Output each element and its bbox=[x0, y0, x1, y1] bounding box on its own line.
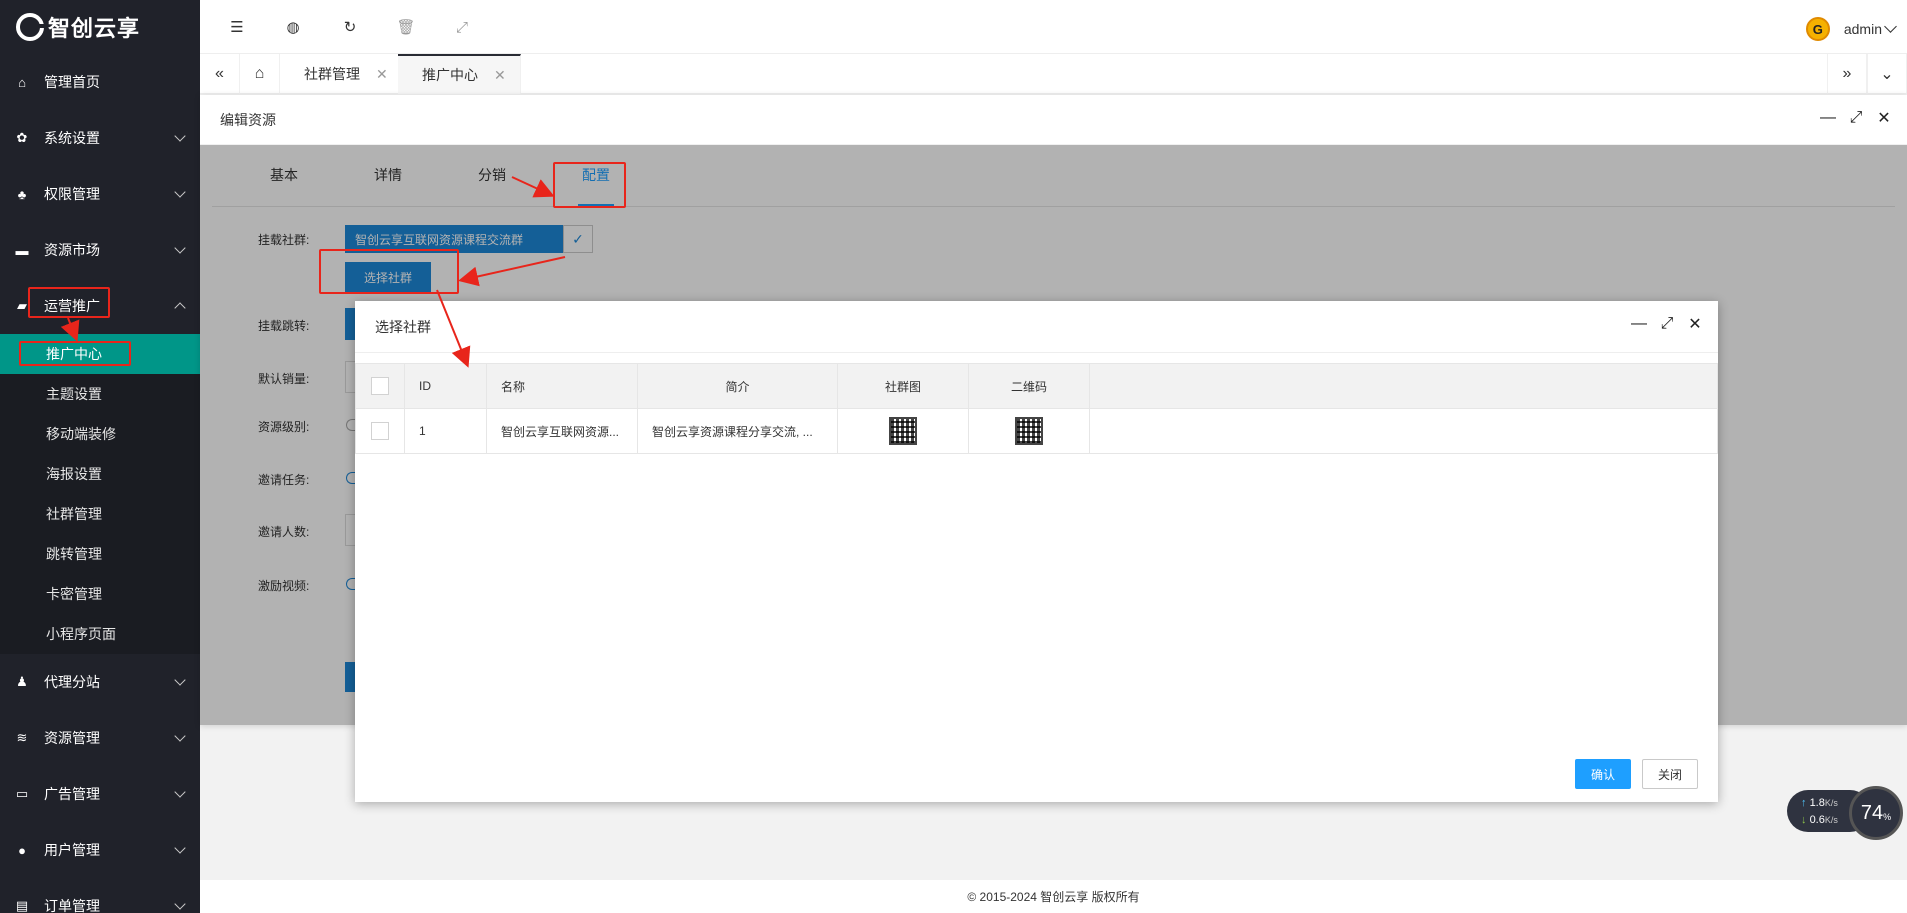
sidebar-subitem-theme[interactable]: 主题设置 bbox=[0, 374, 200, 414]
tabs-dropdown-icon[interactable]: ⌄ bbox=[1867, 54, 1907, 94]
column-header-intro[interactable]: 简介 bbox=[637, 363, 838, 409]
sidebar-subitem-card[interactable]: 卡密管理 bbox=[0, 574, 200, 614]
sidebar-subitem-mobile[interactable]: 移动端装修 bbox=[0, 414, 200, 454]
sidebar-item-system[interactable]: ✿ 系统设置 bbox=[0, 110, 200, 166]
menu-toggle-icon[interactable]: ☰ bbox=[228, 18, 246, 36]
globe-icon[interactable]: ◍ bbox=[284, 18, 302, 36]
order-icon: ▤ bbox=[15, 898, 29, 913]
close-icon[interactable]: ✕ bbox=[494, 67, 506, 84]
column-header-id[interactable]: ID bbox=[404, 363, 487, 409]
minimize-icon[interactable]: — bbox=[1630, 315, 1648, 333]
download-arrow-icon: ↓ bbox=[1801, 814, 1807, 826]
qrcode-image bbox=[889, 417, 917, 445]
chevron-down-icon bbox=[174, 786, 186, 798]
page-tabs-bar: « ⌂ 社群管理 ✕ 推广中心 ✕ » ⌄ bbox=[200, 54, 1907, 94]
chevron-up-icon bbox=[174, 302, 186, 314]
annotation-box bbox=[319, 249, 459, 294]
minimize-icon[interactable]: — bbox=[1819, 109, 1837, 127]
sidebar-item-market[interactable]: ▬ 资源市场 bbox=[0, 222, 200, 278]
community-image[interactable] bbox=[837, 408, 969, 454]
qrcode-image bbox=[1015, 417, 1043, 445]
chevron-down-icon bbox=[174, 730, 186, 742]
qrcode[interactable] bbox=[968, 408, 1090, 454]
store-icon: ▬ bbox=[15, 242, 29, 258]
user-menu[interactable]: G admin bbox=[1805, 17, 1897, 41]
close-button[interactable]: 关闭 bbox=[1642, 759, 1698, 789]
select-community-dialog: 选择社群 — ⤢ ✕ ID 名称 简介 社群图 二维码 1 智创云享互联网资源.… bbox=[355, 301, 1718, 802]
table-row[interactable]: 1 智创云享互联网资源... 智创云享资源课程分享交流, ... bbox=[355, 408, 1718, 454]
trash-icon[interactable]: 🗑 bbox=[396, 18, 415, 36]
agent-icon: ♟ bbox=[16, 674, 28, 689]
close-icon[interactable]: ✕ bbox=[376, 66, 388, 83]
avatar: G bbox=[1805, 17, 1830, 41]
sidebar-subitem-miniapp[interactable]: 小程序页面 bbox=[0, 614, 200, 654]
ad-icon: ▭ bbox=[15, 786, 29, 801]
sidebar-subitem-community[interactable]: 社群管理 bbox=[0, 494, 200, 534]
sidebar-item-resources[interactable]: ≋ 资源管理 bbox=[0, 710, 200, 766]
chevron-down-icon bbox=[174, 186, 186, 198]
confirm-button[interactable]: 确认 bbox=[1575, 759, 1631, 789]
column-header-name[interactable]: 名称 bbox=[486, 363, 638, 409]
sidebar-item-orders[interactable]: ▤ 订单管理 bbox=[0, 878, 200, 913]
sidebar-subitem-redirect[interactable]: 跳转管理 bbox=[0, 534, 200, 574]
upload-arrow-icon: ↑ bbox=[1801, 797, 1807, 809]
sidebar-subitem-poster[interactable]: 海报设置 bbox=[0, 454, 200, 494]
chevron-down-icon bbox=[174, 898, 186, 910]
community-table: ID 名称 简介 社群图 二维码 1 智创云享互联网资源... 智创云享资源课程… bbox=[355, 363, 1718, 454]
dialog-title: 选择社群 bbox=[355, 301, 1718, 353]
sidebar-item-home[interactable]: ⌂ 管理首页 bbox=[0, 54, 200, 110]
top-bar: ☰ ◍ ↻ 🗑 ⤢ G admin bbox=[200, 0, 1907, 54]
usage-gauge: 74% bbox=[1849, 786, 1903, 840]
logo-icon bbox=[16, 13, 44, 41]
home-tab-icon[interactable]: ⌂ bbox=[240, 54, 280, 94]
tab-promotion[interactable]: 推广中心 ✕ bbox=[398, 54, 521, 94]
sidebar-item-ads[interactable]: ▭ 广告管理 bbox=[0, 766, 200, 822]
chevron-down-icon bbox=[174, 842, 186, 854]
chevron-down-icon bbox=[1884, 20, 1897, 33]
row-name: 智创云享互联网资源... bbox=[486, 408, 638, 454]
dialog-title: 编辑资源 bbox=[200, 95, 1907, 145]
chevron-down-icon bbox=[174, 674, 186, 686]
row-id: 1 bbox=[404, 408, 487, 454]
maximize-icon[interactable]: ⤢ bbox=[1847, 109, 1865, 127]
annotation-box bbox=[28, 287, 110, 318]
annotation-box bbox=[19, 341, 131, 366]
dialog-window-controls: — ⤢ ✕ bbox=[1630, 315, 1704, 333]
sidebar: 智创云享 ⌂ 管理首页 ✿ 系统设置 ♣ 权限管理 ▬ 资源市场 ▰ 运营推广 推广中心 … bbox=[0, 0, 200, 913]
sidebar-item-agent[interactable]: ♟ 代理分站 bbox=[0, 654, 200, 710]
chevron-down-icon bbox=[174, 242, 186, 254]
logo-text: 智创云享 bbox=[48, 16, 141, 41]
gear-icon: ✿ bbox=[16, 130, 28, 145]
sidebar-submenu: 推广中心 主题设置 移动端装修 海报设置 社群管理 跳转管理 卡密管理 小程序页… bbox=[0, 334, 200, 654]
table-header: ID 名称 简介 社群图 二维码 bbox=[355, 363, 1718, 409]
sidebar-item-users[interactable]: ● 用户管理 bbox=[0, 822, 200, 878]
close-icon[interactable]: ✕ bbox=[1875, 109, 1893, 127]
select-all-checkbox[interactable] bbox=[355, 363, 405, 409]
layers-icon: ≋ bbox=[16, 730, 28, 745]
users-icon: ♣ bbox=[17, 186, 27, 202]
tabs-scroll-right-icon[interactable]: » bbox=[1827, 54, 1867, 94]
refresh-icon[interactable]: ↻ bbox=[341, 18, 359, 36]
close-icon[interactable]: ✕ bbox=[1686, 315, 1704, 333]
home-icon: ⌂ bbox=[18, 74, 26, 90]
user-icon: ● bbox=[18, 842, 26, 858]
row-intro: 智创云享资源课程分享交流, ... bbox=[637, 408, 838, 454]
annotation-box bbox=[553, 162, 626, 208]
logo[interactable]: 智创云享 bbox=[0, 0, 200, 54]
network-monitor-widget[interactable]: ↑ 1.8K/s ↓ 0.6K/s 74% bbox=[1787, 786, 1907, 840]
row-checkbox[interactable] bbox=[355, 408, 405, 454]
tab-community[interactable]: 社群管理 ✕ bbox=[280, 54, 403, 94]
chevron-down-icon bbox=[174, 130, 186, 142]
username: admin bbox=[1843, 21, 1882, 37]
column-header-qrcode[interactable]: 二维码 bbox=[968, 363, 1090, 409]
column-header-community-image[interactable]: 社群图 bbox=[837, 363, 969, 409]
footer: © 2015-2024 智创云享 版权所有 bbox=[200, 880, 1907, 913]
sidebar-item-permission[interactable]: ♣ 权限管理 bbox=[0, 166, 200, 222]
fullscreen-icon[interactable]: ⤢ bbox=[453, 18, 471, 36]
tabs-scroll-left-icon[interactable]: « bbox=[200, 54, 240, 94]
dialog-window-controls: — ⤢ ✕ bbox=[1819, 109, 1893, 127]
maximize-icon[interactable]: ⤢ bbox=[1658, 315, 1676, 333]
